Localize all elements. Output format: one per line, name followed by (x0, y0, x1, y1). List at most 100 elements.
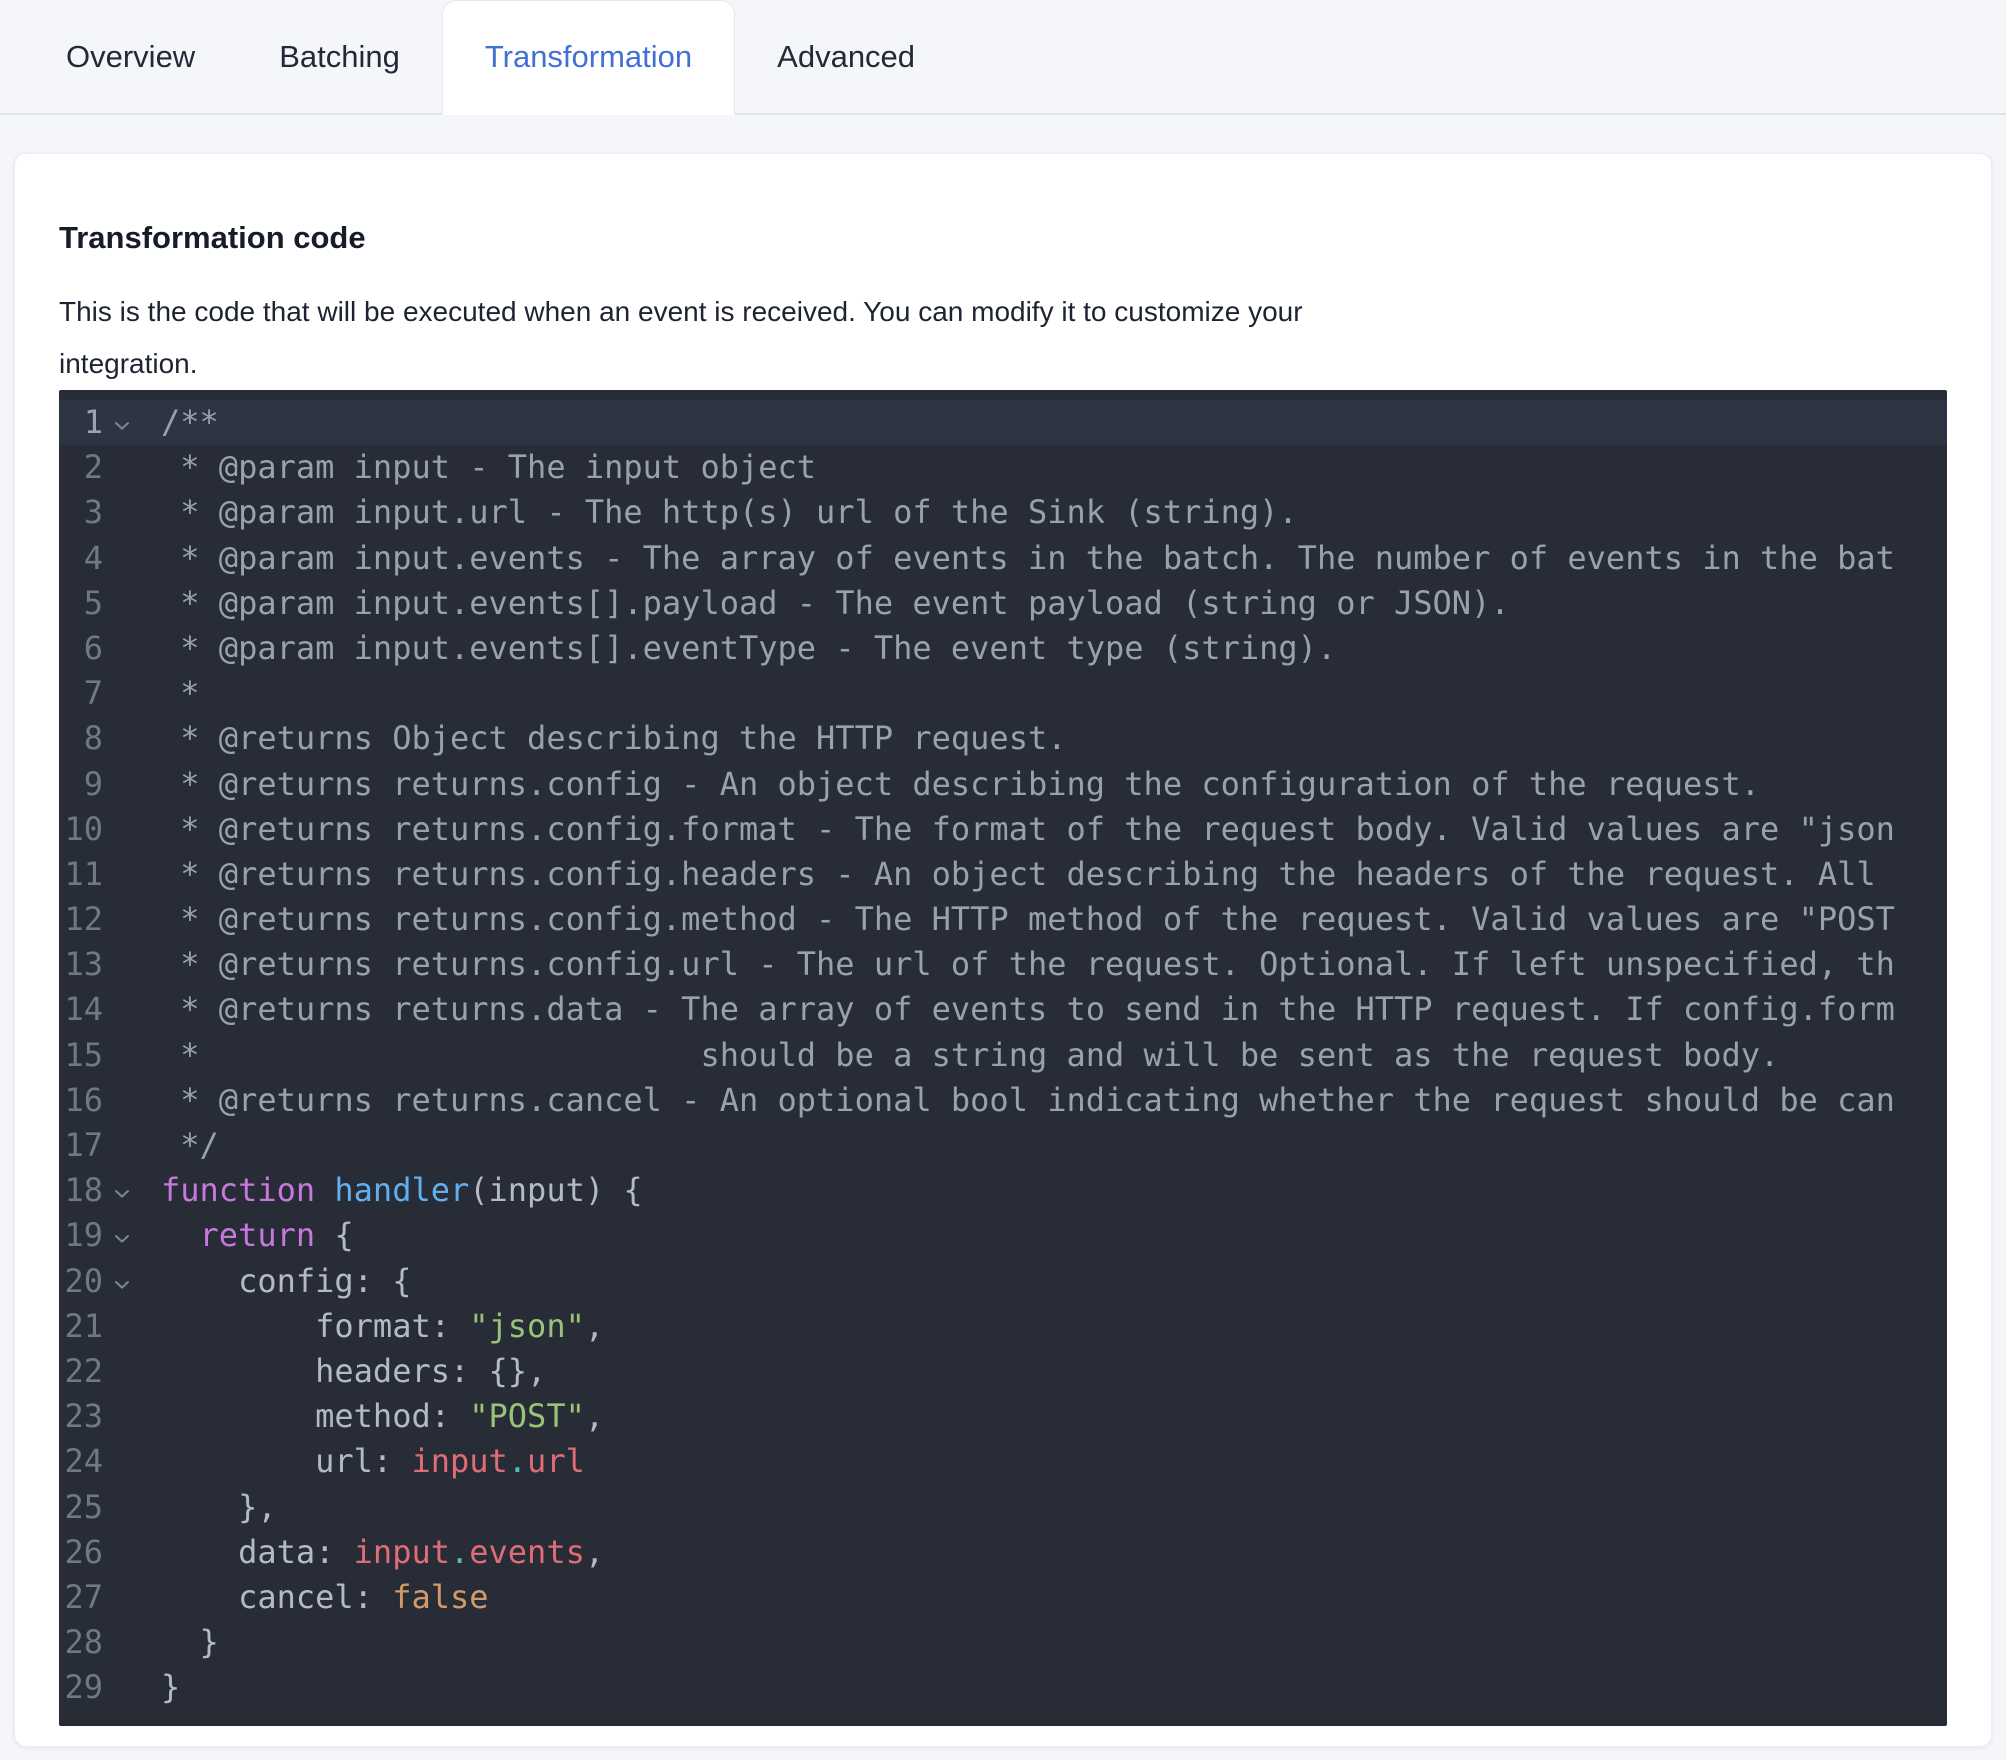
fold-chevron-icon[interactable] (103, 400, 161, 445)
code-token: . (507, 1442, 528, 1481)
code-token: * @returns Object describing the HTTP re… (161, 719, 1067, 758)
code-line[interactable]: 7 * (59, 671, 1947, 716)
tab-advanced[interactable]: Advanced (735, 0, 957, 113)
code-token: * @param input.events[].eventType - The … (161, 628, 1337, 667)
code-line[interactable]: 27 cancel: false (59, 1575, 1947, 1620)
line-number: 25 (64, 1487, 103, 1526)
code-token: */ (161, 1126, 219, 1164)
fold-chevron-icon[interactable] (103, 1168, 161, 1213)
line-number: 19 (64, 1216, 103, 1255)
line-number: 28 (64, 1623, 103, 1662)
line-number: 17 (64, 1126, 103, 1164)
code-line[interactable]: 2 * @param input - The input object (59, 445, 1947, 490)
code-token: data: (161, 1532, 354, 1571)
code-token: , (584, 1306, 605, 1345)
code-token: . (449, 1532, 470, 1571)
code-token: * @param input - The input object (161, 448, 817, 487)
code-line[interactable]: 5 * @param input.events[].payload - The … (59, 581, 1947, 626)
code-token: "POST" (469, 1397, 585, 1436)
panel-description: This is the code that will be executed w… (59, 286, 1947, 390)
code-line[interactable]: 18 function handler(input) { (59, 1168, 1947, 1213)
tab-transformation[interactable]: Transformation (441, 0, 736, 115)
code-token: } (161, 1668, 181, 1707)
tab-transformation-label: Transformation (484, 39, 693, 74)
code-line[interactable]: 13 * @returns returns.config.url - The u… (59, 942, 1947, 987)
tab-overview-label: Overview (66, 38, 196, 74)
line-number: 24 (64, 1442, 103, 1481)
line-number: 4 (83, 538, 103, 577)
code-line[interactable]: 21 format: "json", (59, 1304, 1947, 1349)
line-number: 16 (64, 1080, 103, 1119)
tab-batching-label: Batching (279, 38, 400, 74)
code-line[interactable]: 1 /** (59, 400, 1947, 446)
code-line[interactable]: 8 * @returns Object describing the HTTP … (59, 716, 1947, 761)
code-line[interactable]: 6 * @param input.events[].eventType - Th… (59, 626, 1947, 671)
code-token: format: (161, 1306, 470, 1345)
code-line[interactable]: 20 config: { (59, 1259, 1947, 1304)
panel-title: Transformation code (59, 220, 366, 255)
line-number: 27 (64, 1577, 103, 1616)
line-number: 7 (83, 674, 103, 713)
code-line[interactable]: 29} (59, 1665, 1947, 1710)
line-number: 8 (83, 719, 103, 758)
code-line[interactable]: 4 * @param input.events - The array of e… (59, 536, 1947, 581)
tab-advanced-label: Advanced (777, 38, 916, 74)
code-line[interactable]: 11 * @returns returns.config.headers - A… (59, 852, 1947, 897)
line-number: 22 (64, 1351, 103, 1390)
code-token: return (199, 1216, 316, 1255)
code-token: * @returns returns.config.method - The H… (161, 900, 1895, 939)
tab-overview[interactable]: Overview (24, 0, 237, 113)
code-line[interactable]: 10 * @returns returns.config.format - Th… (59, 807, 1947, 852)
code-line[interactable]: 25 }, (59, 1485, 1947, 1530)
code-line[interactable]: 12 * @returns returns.config.method - Th… (59, 897, 1947, 942)
fold-chevron-glyph (115, 1190, 129, 1198)
code-token: * @param input.events - The array of eve… (161, 538, 1895, 577)
code-token: input (353, 1532, 450, 1571)
code-token: handler (334, 1171, 470, 1210)
code-line[interactable]: 17 */ (59, 1123, 1947, 1168)
code-token: headers: {}, (161, 1351, 547, 1390)
code-line[interactable]: 26 data: input.events, (59, 1530, 1947, 1575)
code-line[interactable]: 22 headers: {}, (59, 1349, 1947, 1394)
line-number: 6 (83, 628, 103, 667)
code-editor[interactable]: 1/** 2 * @param input - The input object 3… (59, 390, 1947, 1727)
panel-description-line-1: This is the code that will be executed w… (59, 296, 1303, 327)
code-token: * (161, 674, 200, 713)
code-line[interactable]: 24 url: input.url (59, 1439, 1947, 1484)
code-token: * @returns returns.config.headers - An o… (161, 854, 1876, 893)
code-line[interactable]: 14 * @returns returns.data - The array o… (59, 987, 1947, 1032)
code-line[interactable]: 28 } (59, 1620, 1947, 1665)
code-token: * @returns returns.config - An object de… (161, 764, 1761, 803)
code-token: , (584, 1397, 605, 1436)
line-number: 29 (64, 1668, 103, 1707)
fold-chevron-glyph (115, 1280, 129, 1289)
code-line[interactable]: 3 * @param input.url - The http(s) url o… (59, 490, 1947, 535)
tab-batching[interactable]: Batching (237, 0, 442, 113)
fold-chevron-icon[interactable] (103, 1213, 161, 1258)
code-token: * @returns returns.cancel - An optional … (161, 1080, 1895, 1119)
code-token: url: (161, 1442, 412, 1481)
code-token: * @param input.url - The http(s) url of … (161, 493, 1298, 532)
code-token: /** (161, 403, 219, 441)
code-line[interactable]: 9 * @returns returns.config - An object … (59, 762, 1947, 807)
code-token: function (161, 1171, 316, 1210)
fold-chevron-glyph (115, 1235, 129, 1243)
code-token: * @returns returns.config.url - The url … (161, 945, 1895, 984)
line-number: 3 (83, 493, 103, 532)
code-token: input (411, 1442, 508, 1481)
code-token: { (315, 1216, 354, 1255)
line-number: 23 (64, 1397, 103, 1436)
code-token: false (392, 1577, 489, 1616)
code-line[interactable]: 19 return { (59, 1213, 1947, 1258)
fold-chevron-icon[interactable] (103, 1259, 161, 1304)
code-line[interactable]: 23 method: "POST", (59, 1394, 1947, 1439)
code-line[interactable]: 16 * @returns returns.cancel - An option… (59, 1078, 1947, 1123)
fold-chevron-glyph (115, 422, 129, 430)
code-token: * should be a string and will be sent as… (161, 1035, 1780, 1074)
code-token: * @returns returns.data - The array of e… (161, 990, 1895, 1029)
line-number: 5 (83, 583, 103, 622)
line-number: 21 (64, 1306, 103, 1345)
code-line[interactable]: 15 * should be a string and will be sent… (59, 1033, 1947, 1078)
